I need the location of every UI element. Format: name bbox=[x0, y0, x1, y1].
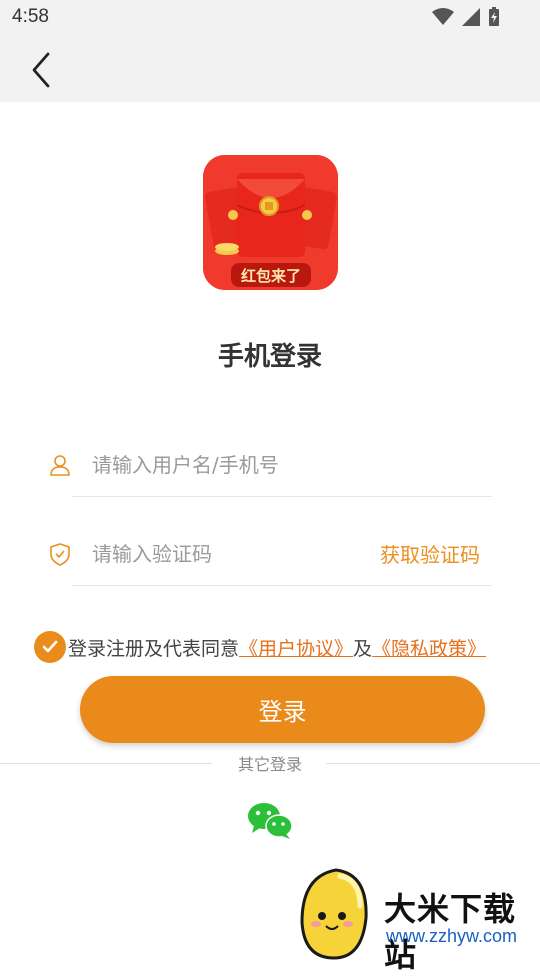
wechat-icon bbox=[248, 803, 293, 839]
shield-check-icon bbox=[50, 543, 70, 566]
check-icon bbox=[42, 640, 58, 653]
user-agreement-link[interactable]: 《用户协议》 bbox=[239, 634, 353, 661]
privacy-policy-link[interactable]: 《隐私政策》 bbox=[372, 634, 486, 661]
login-button[interactable]: 登录 bbox=[80, 676, 485, 743]
rice-mascot-icon bbox=[300, 868, 368, 960]
logo-text: 红包来了 bbox=[241, 267, 301, 285]
status-bar: 4:58 bbox=[0, 0, 540, 36]
username-input[interactable] bbox=[90, 449, 394, 481]
watermark-url: www.zzhyw.com bbox=[386, 926, 518, 946]
red-envelope-logo-icon: 红包来了 bbox=[203, 155, 338, 290]
signal-icon bbox=[462, 8, 480, 26]
wechat-login-button[interactable] bbox=[246, 800, 296, 840]
get-code-button[interactable]: 获取验证码 bbox=[380, 539, 480, 568]
status-icons bbox=[432, 7, 500, 27]
page-title: 手机登录 bbox=[217, 342, 322, 372]
back-button[interactable] bbox=[22, 50, 62, 90]
agreement-checkbox[interactable] bbox=[34, 631, 66, 663]
code-field: 获取验证码 bbox=[50, 525, 492, 586]
top-bar bbox=[0, 36, 540, 102]
user-icon bbox=[50, 455, 70, 476]
agreement-conjunction: 及 bbox=[353, 637, 373, 660]
agreement-row: 登录注册及代表同意 《用户协议》 及 《隐私政策》 bbox=[34, 630, 486, 664]
app-logo: 红包来了 bbox=[203, 155, 338, 290]
watermark: 大米下载站 www.zzhyw.com bbox=[296, 866, 540, 974]
battery-icon bbox=[489, 7, 499, 26]
status-time: 4:58 bbox=[12, 6, 49, 27]
chevron-left-icon bbox=[32, 52, 50, 88]
username-field bbox=[50, 436, 492, 497]
agreement-prefix: 登录注册及代表同意 bbox=[68, 637, 240, 660]
code-input[interactable] bbox=[90, 538, 394, 570]
wifi-icon bbox=[432, 8, 454, 25]
other-login-label: 其它登录 bbox=[237, 755, 302, 774]
